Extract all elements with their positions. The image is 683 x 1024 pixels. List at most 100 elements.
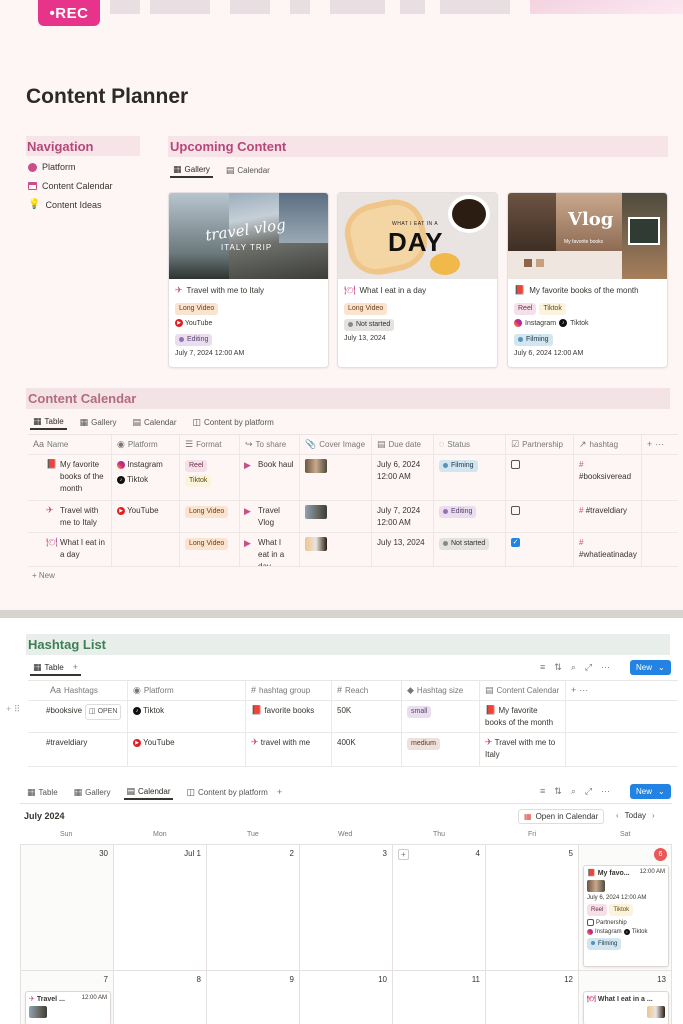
tiktok-icon: ♪ [559,319,568,327]
today-button[interactable]: Today [625,811,646,820]
chevron-right-icon[interactable]: › [652,811,655,820]
cover-thumbnail[interactable] [305,537,327,551]
book-icon: 📕 [485,705,497,715]
filter-icon[interactable]: ≡ [540,662,545,673]
table-row[interactable]: #traveldiary ▶ YouTube ✈ travel with me … [28,733,678,767]
tab-table[interactable]: ▦ Table [24,785,61,800]
cover-thumbnail[interactable] [305,505,327,519]
circle-icon: ◉ [133,685,141,695]
expand-icon[interactable]: ⤢ [585,786,592,797]
partnership-checkbox[interactable] [511,460,520,470]
column-header-hashtag-group[interactable]: # hashtag group [246,681,332,700]
tab-gallery[interactable]: ▦ Gallery [71,785,114,800]
sort-icon[interactable]: ⇅ [554,662,562,673]
nav-item-content-ideas[interactable]: 💡 Content Ideas [28,200,102,211]
new-row-button[interactable]: + New [32,571,55,580]
column-header-partnership[interactable]: ☑ Partnership [506,435,574,454]
to-share-link[interactable]: Book haul [258,460,294,469]
calendar-event-books[interactable]: 📕 My favo... 12:00 AM July 6, 2024 12:00 A… [583,865,669,967]
calendar-day[interactable]: 12 [486,971,579,1024]
status-badge: Editing [439,506,477,518]
tab-content-by-platform[interactable]: ◫ Content by platform + [183,785,285,800]
table-row[interactable]: 📕 My favorite books of the month Instagra… [28,455,678,501]
airplane-icon: ✈ [251,737,259,747]
calendar-day[interactable]: 2 [207,845,300,971]
status-badge: Filming [514,334,553,346]
calendar-new-button[interactable]: New ⌄ [630,784,671,799]
partnership-checkbox[interactable]: ✓ [511,538,520,548]
play-icon: ▶ [244,460,251,470]
size-tag: medium [407,738,440,750]
column-header-due-date[interactable]: ▤ Due date [372,435,434,454]
card-image-text: Vlog [568,209,614,230]
tab-content-by-platform[interactable]: ◫ Content by platform [189,415,276,430]
calendar-day[interactable]: 5 [486,845,579,971]
calendar-day[interactable]: 3 + [300,845,409,971]
hashtag-new-button[interactable]: New ⌄ [630,660,671,675]
cover-thumbnail[interactable] [305,459,327,473]
tab-table[interactable]: ▦ Table [30,415,67,430]
gallery-card-books[interactable]: Vlog My favorite books 📕 My favorite book… [507,192,668,368]
column-header-cover-image[interactable]: 📎 Cover Image [300,435,372,454]
chevron-down-icon: ⌄ [658,663,665,672]
table-row[interactable]: 🍽 What I eat in a day Long Video ▶ What I … [28,533,678,567]
to-share-link[interactable]: Travel Vlog [258,506,280,527]
calendar-event-travel[interactable]: ✈ Travel ... 12:00 AM [25,991,111,1024]
partnership-checkbox[interactable] [511,506,520,516]
tab-calendar[interactable]: ▤ Calendar [130,415,180,430]
drag-handle-icon[interactable]: + ⠿ [6,704,20,715]
calendar-relation-link[interactable]: Travel with me to Italy [485,738,555,759]
column-header-platform[interactable]: ◉ Platform [128,681,246,700]
calendar-day[interactable]: 11 [393,971,486,1024]
calendar-day[interactable]: 8 [114,971,207,1024]
search-icon[interactable]: ⌕ [571,662,576,673]
add-column-button[interactable]: + ··· [566,681,626,700]
column-header-content-calendar[interactable]: ▤ Content Calendar [480,681,566,700]
column-header-reach[interactable]: # Reach [332,681,402,700]
tab-calendar[interactable]: ▤ Calendar [223,163,273,178]
column-header-hashtags[interactable]: Aa Hashtags [28,681,128,700]
expand-icon[interactable]: ⤢ [585,662,592,673]
board-icon: ◫ [192,417,201,427]
search-icon[interactable]: ⌕ [571,786,576,797]
nav-item-content-calendar[interactable]: Content Calendar [28,181,113,191]
open-button[interactable]: ◫ OPEN [85,704,122,720]
calendar-day[interactable]: 4 [393,845,486,971]
column-header-hashtag-size[interactable]: ◆ Hashtag size [402,681,480,700]
column-header-status[interactable]: ◌ Status [434,435,506,454]
calendar-event-what-i-eat[interactable]: 🍽 What I eat in a ... [583,991,669,1024]
column-header-platform[interactable]: ◉ Platform [112,435,180,454]
hashtag-value: #whatieatinaday [579,550,637,559]
calendar-day[interactable]: 10 [300,971,393,1024]
content-calendar-tabs: ▦ Table ▦ Gallery ▤ Calendar ◫ Content by pl… [30,415,277,430]
open-in-calendar-button[interactable]: ▦ Open in Calendar [518,809,605,824]
calendar-day[interactable]: 30 [21,845,114,971]
calendar-grid: 30 Jul 1 2 3 + 4 5 6 7 8 9 10 11 12 13 📕 M… [20,844,672,1024]
gallery-card-travel[interactable]: travel vlog ITALY TRIP ✈ Travel with me t… [168,192,329,368]
tab-gallery[interactable]: ▦ Gallery [170,163,213,178]
status-icon: ◌ [439,439,445,449]
more-icon[interactable]: ··· [601,662,610,673]
more-icon[interactable]: ··· [601,786,610,797]
calendar-relation-link[interactable]: My favorite books of the month [485,706,553,727]
tab-table[interactable]: ▦ Table + [30,661,81,676]
column-header-hashtag[interactable]: ↗ hashtag [574,435,642,454]
add-column-button[interactable]: + ··· [642,435,678,454]
column-header-to-share[interactable]: ↪ To share [240,435,300,454]
filter-icon[interactable]: ≡ [540,786,545,797]
tab-gallery[interactable]: ▦ Gallery [77,415,120,430]
tab-calendar[interactable]: ▤ Calendar [123,785,174,800]
format-tag: Long Video [344,303,388,315]
nav-item-platform[interactable]: Platform [28,162,76,172]
calendar-day[interactable]: Jul 1 [114,845,207,971]
table-row[interactable]: ✈ Travel with me to Italy ▶ YouTube Long … [28,501,678,533]
to-share-link[interactable]: What I eat in a day [258,538,284,566]
table-row[interactable]: #booksive ◫ OPEN ♪ Tiktok 📕 favorite book… [28,701,678,733]
gallery-card-what-i-eat[interactable]: WHAT I EAT IN A DAY 🍽 What I eat in a day… [337,192,498,368]
chevron-left-icon[interactable]: ‹ [616,811,619,820]
column-header-format[interactable]: ☰ Format [180,435,240,454]
sort-icon[interactable]: ⇅ [554,786,562,797]
plus-icon: + [32,571,39,580]
calendar-day[interactable]: 9 [207,971,300,1024]
column-header-name[interactable]: Aa Name [28,435,112,454]
